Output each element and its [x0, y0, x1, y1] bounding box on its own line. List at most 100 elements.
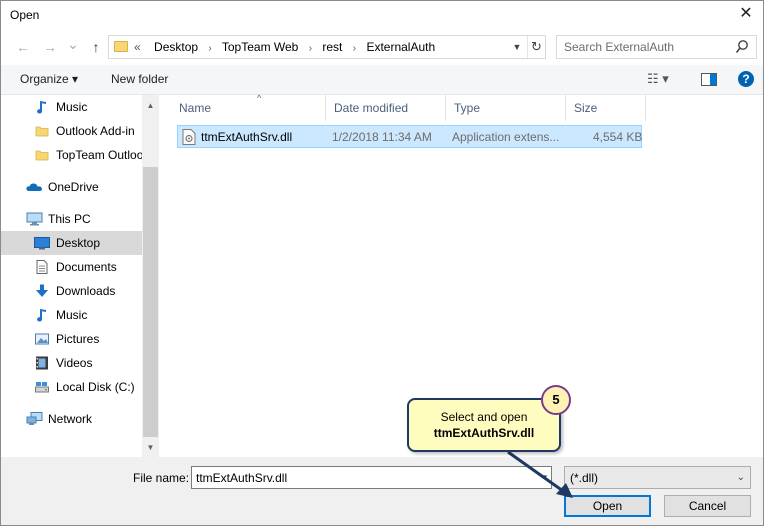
column-header-label: Date modified [334, 101, 409, 115]
network-icon [26, 412, 43, 425]
file-name-value: ttmExtAuthSrv.dll [196, 471, 288, 485]
navigation-pane: Music Outlook Add-in TopTeam Outlook Add… [1, 95, 159, 457]
file-name: ttmExtAuthSrv.dll [201, 130, 293, 144]
folder-icon [35, 126, 49, 137]
drive-icon [35, 382, 49, 393]
view-options-icon[interactable]: ☷ ▾ [647, 71, 669, 87]
sidebar-item-label: Outlook Add-in [56, 124, 135, 138]
dialog-footer: File name: ttmExtAuthSrv.dll ▾ (*.dll) ⌄… [1, 457, 763, 525]
sidebar-item-local-disk[interactable]: Local Disk (C:) [1, 375, 142, 399]
command-toolbar: Organize ▾ New folder ☷ ▾ ? [1, 65, 763, 95]
cloud-icon [26, 183, 42, 191]
chevron-right-icon[interactable]: › [208, 43, 211, 54]
sidebar-item-label: TopTeam Outlook Add-in [56, 148, 142, 162]
file-row[interactable]: ttmExtAuthSrv.dll 1/2/2018 11:34 AM Appl… [177, 125, 642, 148]
cancel-button[interactable]: Cancel [664, 495, 751, 517]
sidebar-item-onedrive[interactable]: OneDrive [1, 175, 142, 199]
sidebar-item-label: Videos [56, 356, 93, 370]
scrollbar-thumb[interactable] [143, 167, 158, 437]
sidebar-item-documents[interactable]: Documents [1, 255, 142, 279]
sidebar-item-label: Network [48, 412, 93, 426]
pictures-icon [35, 333, 49, 345]
sidebar-item-outlook-add-in[interactable]: Outlook Add-in [1, 119, 142, 143]
file-date-modified: 1/2/2018 11:34 AM [332, 130, 432, 144]
breadcrumb-overflow-icon[interactable]: « [134, 40, 141, 54]
chevron-down-icon[interactable]: ▾ [542, 472, 547, 483]
column-header-size[interactable]: Size [566, 95, 646, 121]
file-name-label: File name: [133, 471, 190, 485]
column-header-label: Type [454, 101, 481, 115]
address-bar[interactable]: « Desktop › TopTeam Web › rest › Externa… [108, 35, 546, 59]
column-header-name[interactable]: ^ Name [171, 93, 326, 121]
window-title: Open [10, 8, 40, 22]
folder-icon [35, 150, 49, 161]
forward-arrow-icon[interactable]: → [40, 37, 60, 57]
dll-file-icon [182, 129, 196, 145]
sidebar-item-network[interactable]: Network [1, 407, 142, 431]
sidebar-item-music-2[interactable]: Music [1, 303, 142, 327]
sidebar-item-topteam-outlook[interactable]: TopTeam Outlook Add-in [1, 143, 142, 167]
recent-locations-icon[interactable]: ⌄ [63, 34, 83, 54]
open-button[interactable]: Open [564, 495, 651, 517]
breadcrumb-desktop[interactable]: Desktop [154, 40, 198, 54]
column-header-date[interactable]: Date modified [326, 95, 446, 121]
column-header-type[interactable]: Type [446, 95, 566, 121]
file-type: Application extens... [452, 130, 560, 144]
breadcrumb-externalauth[interactable]: ExternalAuth [366, 40, 435, 54]
breadcrumb-topteam-web[interactable]: TopTeam Web [222, 40, 298, 54]
refresh-icon[interactable]: ↻ [527, 36, 545, 58]
file-type-filter-value: (*.dll) [570, 471, 599, 485]
instruction-callout: Select and open ttmExtAuthSrv.dll [407, 398, 561, 452]
sidebar-item-this-pc[interactable]: This PC [1, 207, 142, 231]
sidebar-item-label: Documents [56, 260, 117, 274]
sidebar-item-label: Music [56, 100, 88, 114]
column-header-label: Size [574, 101, 598, 115]
step-number-badge: 5 [541, 385, 571, 415]
sidebar-item-videos[interactable]: Videos [1, 351, 142, 375]
preview-pane-icon[interactable] [701, 73, 717, 86]
sidebar-item-label: Desktop [56, 236, 101, 250]
sidebar-item-label: Downloads [56, 284, 116, 298]
breadcrumb: « Desktop › TopTeam Web › rest › Externa… [134, 40, 435, 54]
file-type-filter[interactable]: (*.dll) ⌄ [564, 466, 751, 489]
music-icon [37, 309, 46, 322]
sidebar-item-music[interactable]: Music [1, 95, 142, 119]
back-arrow-icon[interactable]: ← [13, 37, 33, 57]
desktop-icon [34, 237, 50, 250]
music-icon [37, 101, 46, 114]
column-header-label: Name [179, 101, 212, 115]
breadcrumb-rest[interactable]: rest [322, 40, 342, 54]
up-arrow-icon[interactable]: ↑ [86, 37, 106, 57]
search-input[interactable] [557, 36, 733, 58]
sidebar-item-desktop[interactable]: Desktop [1, 231, 142, 255]
sidebar-scrollbar[interactable]: ▲ ▼ [142, 95, 159, 457]
chevron-down-icon[interactable]: ⌄ [737, 472, 745, 483]
videos-icon [36, 356, 48, 370]
help-icon[interactable]: ? [738, 71, 754, 87]
sidebar-item-label: Local Disk (C:) [56, 380, 135, 394]
chevron-right-icon[interactable]: › [309, 43, 312, 54]
sidebar-item-label: Music [56, 308, 88, 322]
organize-button[interactable]: Organize ▾ [20, 72, 78, 86]
sidebar-item-pictures[interactable]: Pictures [1, 327, 142, 351]
callout-text-line: Select and open [440, 410, 528, 424]
close-icon[interactable]: ✕ [733, 3, 759, 25]
file-size: 4,554 KB [593, 130, 643, 144]
computer-icon [26, 212, 43, 226]
file-name-field[interactable]: ttmExtAuthSrv.dll ▾ [191, 466, 552, 489]
sidebar-item-downloads[interactable]: Downloads [1, 279, 142, 303]
chevron-right-icon[interactable]: › [353, 43, 356, 54]
scroll-down-icon[interactable]: ▼ [142, 439, 159, 456]
documents-icon [36, 260, 48, 274]
folder-icon [114, 41, 128, 52]
sidebar-item-label: This PC [48, 212, 91, 226]
search-box [556, 35, 757, 59]
scroll-up-icon[interactable]: ▲ [142, 97, 159, 114]
address-dropdown-icon[interactable]: ▼ [509, 36, 525, 58]
sidebar-item-label: OneDrive [48, 180, 99, 194]
sidebar-item-label: Pictures [56, 332, 100, 346]
search-icon[interactable] [735, 39, 749, 55]
sort-ascending-icon: ^ [257, 93, 262, 103]
new-folder-button[interactable]: New folder [111, 72, 168, 86]
downloads-icon [36, 284, 48, 297]
